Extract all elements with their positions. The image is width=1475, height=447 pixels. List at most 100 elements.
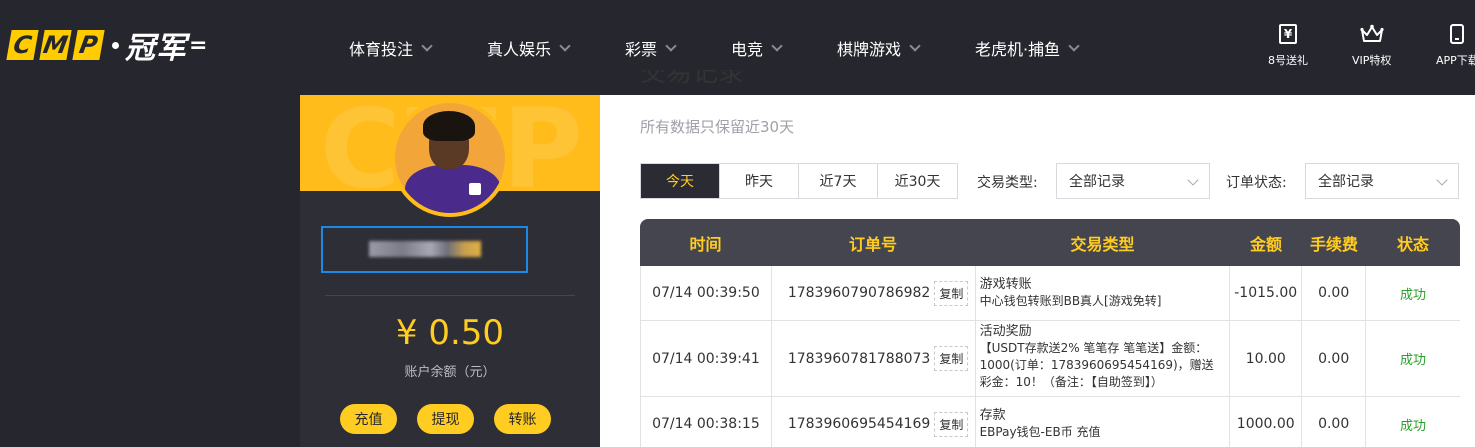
username-box xyxy=(321,226,528,273)
col-fee: 手续费 xyxy=(1309,234,1358,254)
copy-button[interactable]: 复制 xyxy=(934,411,969,437)
nav-label: 电竞 xyxy=(731,39,764,59)
nav-live-casino[interactable]: 真人娱乐 xyxy=(487,36,625,60)
nav-slots-fishing[interactable]: 老虎机·捕鱼 xyxy=(975,36,1115,60)
logo-cn-text: 冠军 xyxy=(125,31,187,66)
chevron-down-icon xyxy=(1068,39,1080,52)
type-title: 游戏转账 xyxy=(979,277,1032,292)
page-subtitle: 所有数据只保留近30天 xyxy=(640,118,795,136)
nav-app-label: APP下载 xyxy=(1436,54,1475,67)
row-type: 存款 EBPay钱包-EB币 充值 xyxy=(976,397,1231,447)
type-detail: 中心钱包转账到BB真人[游戏免转] xyxy=(979,294,1162,308)
row-fee: 0.00 xyxy=(1302,266,1367,320)
status-text: 成功 xyxy=(1400,287,1427,303)
nav-label: 彩票 xyxy=(625,39,658,59)
chevron-down-icon xyxy=(665,39,677,52)
row-order: 1783960781788073 复制 xyxy=(772,321,976,396)
col-type: 交易类型 xyxy=(1070,234,1135,254)
row-status: 成功 xyxy=(1366,266,1460,320)
type-title: 存款 xyxy=(979,408,1006,423)
order-number: 1783960790786982 xyxy=(787,285,931,301)
row-type: 游戏转账 中心钱包转账到BB真人[游戏免转] xyxy=(976,266,1231,320)
nav-esports[interactable]: 电竞 xyxy=(731,36,837,60)
order-number: 1783960781788073 xyxy=(787,350,931,367)
balance-label: 账户余额（元） xyxy=(404,365,496,380)
logo-dot xyxy=(112,41,119,49)
order-number: 1783960695454169 xyxy=(787,416,931,432)
chevron-down-icon xyxy=(421,39,433,52)
chevron-down-icon xyxy=(909,39,921,52)
nav-label: 真人娱乐 xyxy=(487,39,552,59)
row-order: 1783960695454169 复制 xyxy=(772,397,976,447)
nav-gift[interactable]: ¥ 8号送礼 xyxy=(1268,22,1308,68)
table-row: 07/14 00:39:50 1783960790786982 复制 游戏转账 … xyxy=(640,266,1460,321)
avatar[interactable] xyxy=(391,99,509,217)
site-logo[interactable]: C M P 冠军 = xyxy=(6,27,208,66)
order-status-label: 订单状态: xyxy=(1226,175,1287,191)
transaction-type-value: 全部记录 xyxy=(1069,174,1125,190)
page-title: 交易记录 xyxy=(640,70,745,88)
crown-icon xyxy=(1360,24,1384,42)
nav-lottery[interactable]: 彩票 xyxy=(625,36,731,60)
row-time: 07/14 00:39:50 xyxy=(641,266,772,320)
tab-last-7-days[interactable]: 近7天 xyxy=(799,164,878,198)
table-header: 时间 订单号 交易类型 金额 手续费 状态 xyxy=(640,219,1460,266)
col-time: 时间 xyxy=(689,234,722,254)
col-amount: 金额 xyxy=(1249,234,1282,254)
transaction-type-label: 交易类型: xyxy=(977,175,1038,191)
nav-label: 棋牌游戏 xyxy=(837,39,902,59)
row-type: 活动奖励 【USDT存款送2% 笔笔存 笔笔送】金额：1000(订单：17839… xyxy=(976,321,1231,396)
chevron-down-icon xyxy=(771,39,783,52)
copy-button[interactable]: 复制 xyxy=(934,346,969,371)
chevron-down-icon xyxy=(559,39,571,52)
row-status: 成功 xyxy=(1366,397,1460,447)
logo-letter-c: C xyxy=(6,30,39,60)
transaction-type-select[interactable]: 全部记录 xyxy=(1056,163,1210,199)
col-order-no: 订单号 xyxy=(848,234,897,254)
row-fee: 0.00 xyxy=(1302,397,1367,447)
type-title: 活动奖励 xyxy=(979,324,1032,339)
type-detail: 【USDT存款送2% 笔笔存 笔笔送】金额：1000(订单：1783960695… xyxy=(979,341,1214,389)
type-detail: EBPay钱包-EB币 充值 xyxy=(979,425,1101,439)
tab-today[interactable]: 今天 xyxy=(641,164,720,198)
row-amount: 10.00 xyxy=(1230,321,1303,396)
row-order: 1783960790786982 复制 xyxy=(772,266,976,320)
logo-dash: = xyxy=(189,32,208,58)
nav-label: 体育投注 xyxy=(349,39,414,59)
username-blurred xyxy=(369,241,481,257)
tab-yesterday[interactable]: 昨天 xyxy=(720,164,799,198)
transfer-button[interactable]: 转账 xyxy=(494,404,551,434)
nav-sports[interactable]: 体育投注 xyxy=(349,36,487,60)
gift-icon: ¥ xyxy=(1279,24,1297,44)
nav-card-games[interactable]: 棋牌游戏 xyxy=(837,36,975,60)
row-amount: 1000.00 xyxy=(1230,397,1303,447)
chevron-down-icon xyxy=(1436,174,1448,186)
row-time: 07/14 00:38:15 xyxy=(641,397,772,447)
account-balance: ¥ 0.50 xyxy=(395,313,505,353)
card-actions: 充值 提现 转账 xyxy=(340,404,551,434)
profile-card: CMP ¥ 0.50 账户余额（元） 充值 提现 转账 xyxy=(300,95,600,447)
tab-last-30-days[interactable]: 近30天 xyxy=(878,164,957,198)
order-status-select[interactable]: 全部记录 xyxy=(1305,163,1459,199)
nav-gift-label: 8号送礼 xyxy=(1268,54,1308,67)
table-row: 07/14 00:39:41 1783960781788073 复制 活动奖励 … xyxy=(640,321,1460,397)
status-text: 成功 xyxy=(1400,418,1427,434)
phone-icon xyxy=(1450,24,1465,44)
row-fee: 0.00 xyxy=(1302,321,1367,396)
row-time: 07/14 00:39:41 xyxy=(641,321,772,396)
withdraw-button[interactable]: 提现 xyxy=(417,404,474,434)
nav-label: 老虎机·捕鱼 xyxy=(975,39,1061,59)
table-row: 07/14 00:38:15 1783960695454169 复制 存款 EB… xyxy=(640,397,1460,447)
card-divider xyxy=(325,295,575,296)
nav-app[interactable]: APP下载 xyxy=(1436,22,1475,68)
nav-vip[interactable]: VIP特权 xyxy=(1352,22,1391,68)
copy-button[interactable]: 复制 xyxy=(934,280,969,306)
date-tabs: 今天 昨天 近7天 近30天 xyxy=(640,163,958,199)
deposit-button[interactable]: 充值 xyxy=(340,404,397,434)
logo-letter-p: P xyxy=(72,30,105,60)
order-status-value: 全部记录 xyxy=(1318,174,1374,190)
chevron-down-icon xyxy=(1187,174,1199,186)
row-amount: -1015.00 xyxy=(1230,266,1303,320)
status-text: 成功 xyxy=(1400,353,1427,368)
col-status: 状态 xyxy=(1396,234,1429,254)
